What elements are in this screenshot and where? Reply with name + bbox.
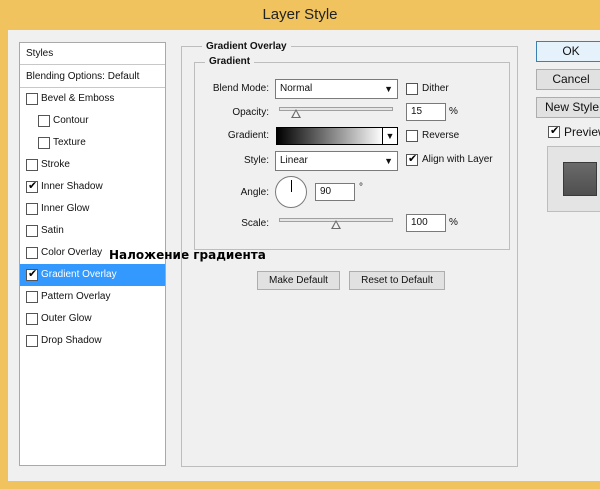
align-with-layer-label: Align with Layer [422,154,493,165]
checkbox-box [406,83,418,95]
style-item-label: Bevel & Emboss [41,93,115,104]
style-checkbox[interactable] [26,203,38,215]
style-item-label: Satin [41,225,64,236]
reverse-label: Reverse [422,130,460,141]
new-style-button[interactable]: New Style... [536,97,600,118]
window-title: Layer Style [262,6,338,23]
style-item-contour[interactable]: Contour [20,110,165,132]
opacity-label: Opacity: [232,107,269,118]
style-items: Bevel & Emboss Contour Texture Stroke ✔ Inner… [20,88,165,352]
style-item-texture[interactable]: Texture [20,132,165,154]
style-item-gradient-overlay[interactable]: ✔ Gradient Overlay [20,264,165,286]
style-checkbox[interactable] [26,291,38,303]
check-icon: ✔ [28,180,38,192]
style-item-label: Contour [53,115,89,126]
style-item-stroke[interactable]: Stroke [20,154,165,176]
blend-mode-select[interactable]: Normal ▼ [275,79,398,99]
style-item-label: Inner Shadow [41,181,103,192]
style-item-outer-glow[interactable]: Outer Glow [20,308,165,330]
opacity-slider-thumb[interactable] [291,109,302,118]
chevron-down-icon: ▼ [385,131,395,141]
angle-input[interactable]: 90 [315,183,355,201]
check-icon: ✔ [550,125,560,137]
style-label: Style: [243,155,269,166]
style-item-label: Texture [53,137,86,148]
title-bar: Layer Style [0,0,600,30]
degree-symbol: ° [359,182,363,193]
style-checkbox[interactable] [38,137,50,149]
chevron-down-icon: ▼ [384,156,393,166]
style-item-bevel-emboss[interactable]: Bevel & Emboss [20,88,165,110]
opacity-input[interactable]: 15 [406,103,446,121]
blend-mode-value: Normal [280,83,313,94]
style-checkbox[interactable] [26,313,38,325]
reset-to-default-button[interactable]: Reset to Default [349,271,445,290]
angle-dial-icon[interactable] [275,176,307,208]
style-item-label: Outer Glow [41,313,92,324]
scale-percent: % [449,217,458,228]
ok-button[interactable]: OK [536,41,600,62]
style-checkbox[interactable] [26,335,38,347]
style-checkbox[interactable]: ✔ [26,268,38,281]
style-select[interactable]: Linear ▼ [275,151,398,171]
subgroup-title: Gradient [205,56,255,67]
style-item-drop-shadow[interactable]: Drop Shadow [20,330,165,352]
cancel-button[interactable]: Cancel [536,69,600,90]
angle-label: Angle: [240,187,269,198]
blending-options-item[interactable]: Blending Options: Default [20,66,165,88]
preview-swatch [563,162,597,196]
reverse-checkbox[interactable]: Reverse [406,129,459,143]
style-checkbox[interactable] [26,93,38,105]
gradient-overlay-group: Gradient Overlay Gradient Blend Mode: No… [181,41,518,467]
scale-label: Scale: [241,218,269,229]
dither-checkbox[interactable]: Dither [406,82,449,96]
style-item-label: Color Overlay [41,247,103,258]
checkbox-box: ✔ [548,125,560,138]
style-checkbox[interactable]: ✔ [26,180,38,193]
checkbox-box [406,130,418,142]
check-icon: ✔ [408,153,418,165]
check-icon: ✔ [28,268,38,280]
style-item-pattern-overlay[interactable]: Pattern Overlay [20,286,165,308]
preview-checkbox[interactable]: ✔ Preview [548,125,600,139]
style-item-label: Gradient Overlay [41,269,117,280]
style-checkbox[interactable] [38,115,50,127]
styles-header[interactable]: Styles [20,43,165,65]
preview-label: Preview [564,125,600,139]
make-default-button[interactable]: Make Default [257,271,340,290]
gradient-label: Gradient: [227,130,269,141]
angle-needle [291,180,292,192]
preview-panel [547,146,600,212]
dialog-client: Styles Blending Options: Default Bevel &… [8,30,600,481]
style-item-inner-glow[interactable]: Inner Glow [20,198,165,220]
gradient-subgroup: Gradient Blend Mode: Normal ▼ Dither Opa… [194,56,510,250]
style-checkbox[interactable] [26,247,38,259]
style-value: Linear [280,155,308,166]
chevron-down-icon: ▼ [384,84,393,94]
style-checkbox[interactable] [26,225,38,237]
style-item-label: Inner Glow [41,203,90,214]
style-item-label: Stroke [41,159,70,170]
dither-label: Dither [422,83,449,94]
checkbox-box: ✔ [406,153,418,166]
style-item-inner-shadow[interactable]: ✔ Inner Shadow [20,176,165,198]
gradient-dropdown-button[interactable]: ▼ [382,127,398,145]
gradient-preview[interactable] [276,127,384,145]
blend-mode-label: Blend Mode: [212,83,269,94]
style-checkbox[interactable] [26,159,38,171]
window-bottom-edge [0,481,600,489]
group-title: Gradient Overlay [202,41,291,52]
style-item-satin[interactable]: Satin [20,220,165,242]
style-item-label: Pattern Overlay [41,291,111,302]
scale-input[interactable]: 100 [406,214,446,232]
style-item-label: Drop Shadow [41,335,102,346]
align-with-layer-checkbox[interactable]: ✔ Align with Layer [406,153,493,167]
opacity-percent: % [449,106,458,117]
scale-slider-thumb[interactable] [331,220,341,229]
